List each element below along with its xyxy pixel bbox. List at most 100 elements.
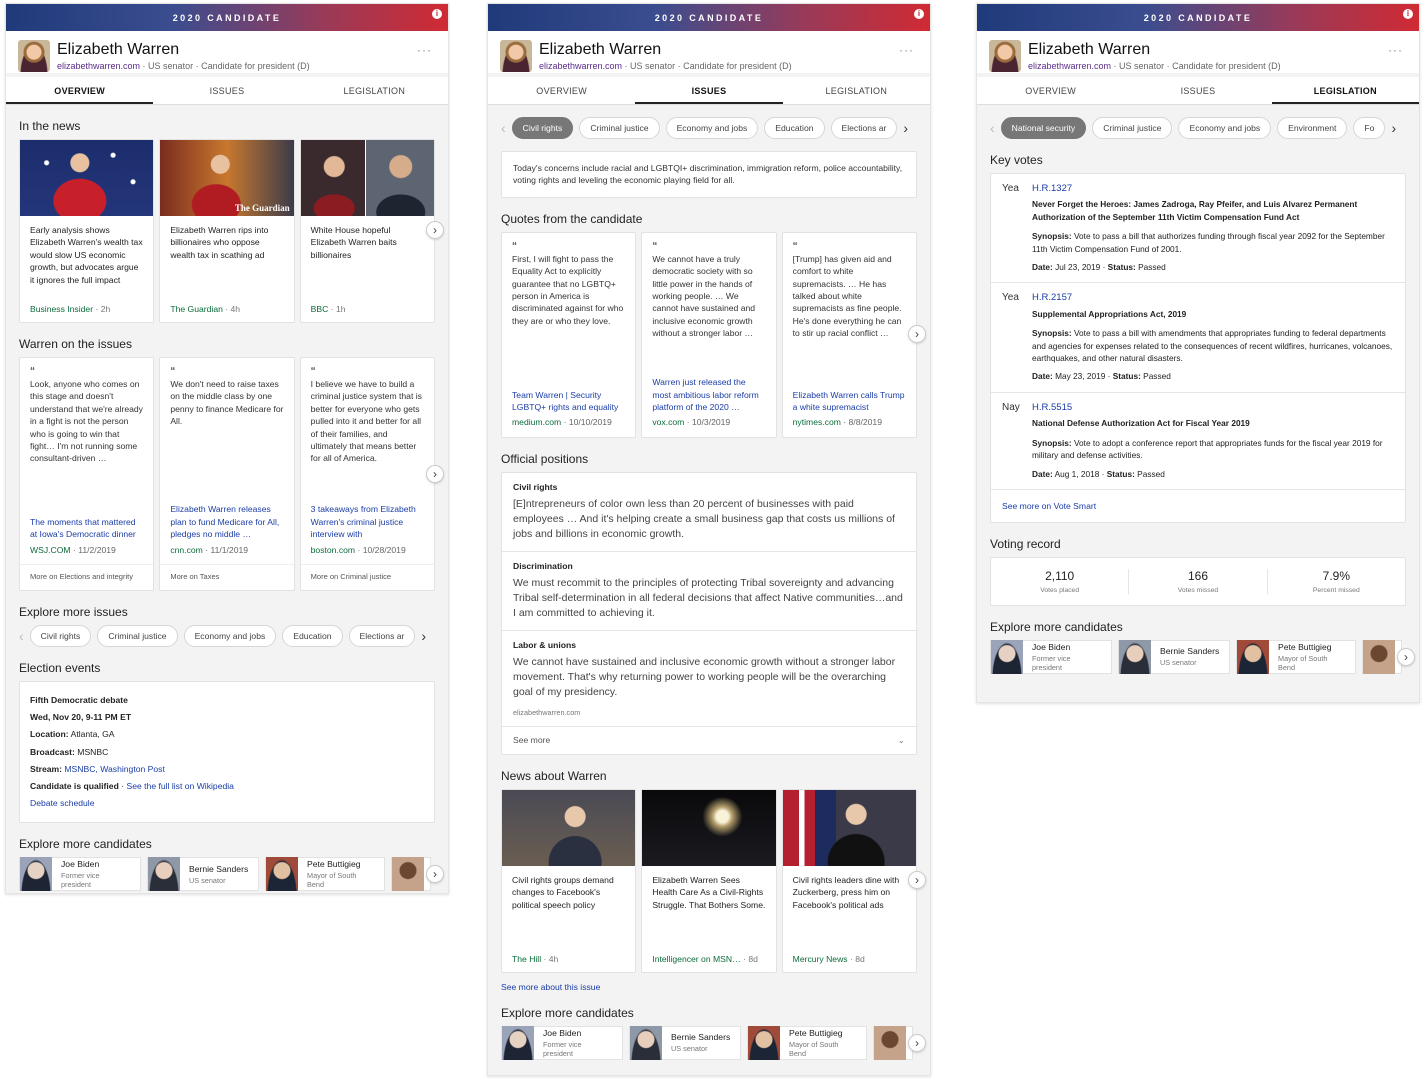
issue-quote-card[interactable]: “ Look, anyone who comes on this stage a… (19, 357, 155, 591)
candidate-card[interactable]: Bernie Sanders US senator (629, 1025, 741, 1060)
chip-civil-rights[interactable]: Civil rights (29, 625, 92, 647)
quote-card[interactable]: “ [Trump] has given aid and comfort to w… (781, 231, 917, 438)
candidate-card[interactable]: Pete Buttigieg Mayor of South Bend (1236, 639, 1356, 674)
candidate-card[interactable]: Bernie Sanders US senator (1118, 639, 1230, 674)
tab-issues[interactable]: ISSUES (153, 77, 300, 104)
quote-source: WSJ.COM · 11/2/2019 (30, 544, 116, 555)
chevron-right-icon[interactable]: › (421, 628, 426, 644)
quote-card[interactable]: “ First, I will fight to pass the Equali… (501, 231, 637, 438)
candidate-card[interactable]: Joe Biden Former vice president (501, 1025, 623, 1060)
candidate-card[interactable] (391, 857, 431, 892)
chevron-right-icon[interactable]: › (903, 120, 908, 136)
chip-national-security[interactable]: National security (1000, 117, 1087, 139)
candidate-name: Joe Biden (1032, 641, 1071, 652)
bill-link[interactable]: H.R.2157 (1032, 292, 1394, 304)
quote-source: cnn.com · 11/1/2019 (170, 544, 249, 555)
chip-environment[interactable]: Environment (1277, 117, 1348, 139)
candidate-role: US senator (671, 1044, 708, 1054)
quote-card[interactable]: “ We cannot have a truly democratic soci… (641, 231, 777, 438)
chip-economy[interactable]: Economy and jobs (665, 117, 759, 139)
info-icon[interactable]: i (914, 9, 924, 19)
next-arrow-icon[interactable]: › (426, 865, 444, 884)
quote-source-link[interactable]: The moments that mattered at Iowa's Demo… (30, 516, 143, 541)
chip-economy[interactable]: Economy and jobs (1178, 117, 1272, 139)
candidate-name: Elizabeth Warren (57, 41, 180, 58)
chip-criminal-justice[interactable]: Criminal justice (1092, 117, 1173, 139)
wikipedia-link[interactable]: See the full list on Wikipedia (126, 781, 233, 791)
candidate-photo (392, 857, 424, 892)
info-icon[interactable]: i (432, 9, 442, 19)
next-arrow-icon[interactable]: › (908, 870, 926, 889)
tab-overview[interactable]: OVERVIEW (6, 77, 154, 104)
vote-smart-link[interactable]: See more on Vote Smart (991, 490, 1405, 522)
news-card[interactable]: White House hopeful Elizabeth Warren bai… (299, 139, 435, 323)
more-options-icon[interactable]: ··· (1388, 43, 1403, 57)
chip-foreign[interactable]: Fo (1353, 117, 1386, 139)
chip-civil-rights[interactable]: Civil rights (511, 117, 574, 139)
tab-issues[interactable]: ISSUES (1124, 77, 1271, 104)
news-section-title: In the news (19, 119, 81, 133)
candidate-card[interactable]: Joe Biden Former vice president (990, 639, 1112, 674)
tab-legislation[interactable]: LEGISLATION (301, 77, 448, 104)
next-arrow-icon[interactable]: › (1397, 647, 1415, 666)
issue-quote-card[interactable]: “ We don't need to raise taxes on the mi… (159, 357, 295, 591)
chevron-left-icon[interactable]: ‹ (501, 120, 506, 136)
more-on-topic-link[interactable]: More on Criminal justice (300, 564, 434, 588)
debate-schedule-link[interactable]: Debate schedule (30, 795, 424, 812)
stream-link[interactable]: MSNBC, Washington Post (64, 764, 164, 774)
more-options-icon[interactable]: ··· (899, 43, 914, 57)
next-arrow-icon[interactable]: › (908, 1033, 926, 1052)
candidate-name: Bernie Sanders (1160, 646, 1220, 657)
quote-source-link[interactable]: Team Warren | Security LGBTQ+ rights and… (512, 389, 625, 414)
quote-source-link[interactable]: Elizabeth Warren calls Trump a white sup… (793, 389, 906, 414)
more-on-topic-link[interactable]: More on Taxes (160, 564, 294, 588)
candidate-card[interactable]: Joe Biden Former vice president (19, 857, 141, 892)
bill-link[interactable]: H.R.5515 (1032, 402, 1394, 414)
issue-quote-card[interactable]: “ I believe we have to build a criminal … (299, 357, 435, 591)
more-options-icon[interactable]: ··· (417, 43, 432, 57)
see-more-issue-link[interactable]: See more about this issue (501, 982, 917, 992)
chip-education[interactable]: Education (282, 625, 343, 647)
candidate-card[interactable] (873, 1025, 913, 1060)
tab-overview[interactable]: OVERVIEW (488, 77, 635, 104)
website-link[interactable]: elizabethwarren.com (57, 61, 140, 71)
chip-education[interactable]: Education (764, 117, 825, 139)
tab-legislation[interactable]: LEGISLATION (783, 77, 930, 104)
news-image (502, 789, 636, 866)
tab-issues[interactable]: ISSUES (635, 77, 783, 104)
candidate-card[interactable]: Bernie Sanders US senator (147, 857, 259, 892)
tab-overview[interactable]: OVERVIEW (977, 77, 1124, 104)
info-icon[interactable]: i (1403, 9, 1413, 19)
chevron-left-icon[interactable]: ‹ (990, 120, 995, 136)
news-card[interactable]: The Guardian Elizabeth Warren rips into … (159, 139, 295, 323)
chip-criminal-justice[interactable]: Criminal justice (579, 117, 660, 139)
chip-economy[interactable]: Economy and jobs (183, 625, 277, 647)
chevron-right-icon[interactable]: › (1391, 120, 1396, 136)
chip-elections[interactable]: Elections ar (348, 625, 416, 647)
candidate-card[interactable]: Pete Buttigieg Mayor of South Bend (265, 857, 385, 892)
news-card[interactable]: Early analysis shows Elizabeth Warren's … (19, 139, 155, 323)
chip-criminal-justice[interactable]: Criminal justice (97, 625, 178, 647)
next-arrow-icon[interactable]: › (426, 465, 444, 483)
news-card[interactable]: Civil rights groups demand changes to Fa… (501, 788, 637, 973)
next-arrow-icon[interactable]: › (908, 324, 926, 343)
news-card[interactable]: Civil rights leaders dine with Zuckerber… (781, 788, 917, 973)
news-card[interactable]: Elizabeth Warren Sees Health Care As a C… (641, 788, 777, 973)
website-link[interactable]: elizabethwarren.com (1028, 61, 1111, 71)
next-arrow-icon[interactable]: › (426, 221, 444, 239)
more-on-topic-link[interactable]: More on Elections and integrity (20, 564, 154, 588)
quote-source-link[interactable]: Warren just released the most ambitious … (652, 376, 765, 413)
website-link[interactable]: elizabethwarren.com (539, 61, 622, 71)
quote-text: I believe we have to build a criminal ju… (310, 379, 422, 464)
bill-link[interactable]: H.R.1327 (1032, 183, 1394, 195)
chip-elections[interactable]: Elections ar (830, 117, 898, 139)
candidate-card[interactable]: Pete Buttigieg Mayor of South Bend (747, 1025, 867, 1060)
see-more-button[interactable]: See more ⌄ (502, 725, 916, 754)
quote-source-link[interactable]: Elizabeth Warren releases plan to fund M… (170, 503, 283, 540)
candidate-card[interactable] (1362, 639, 1402, 674)
quote-source-link[interactable]: 3 takeaways from Elizabeth Warren's crim… (311, 503, 424, 540)
chevron-left-icon[interactable]: ‹ (19, 628, 24, 644)
candidate-name: Joe Biden (543, 1027, 582, 1038)
candidate-subtitle: elizabethwarren.com · US senator · Candi… (1028, 61, 1281, 71)
tab-legislation[interactable]: LEGISLATION (1271, 77, 1419, 104)
